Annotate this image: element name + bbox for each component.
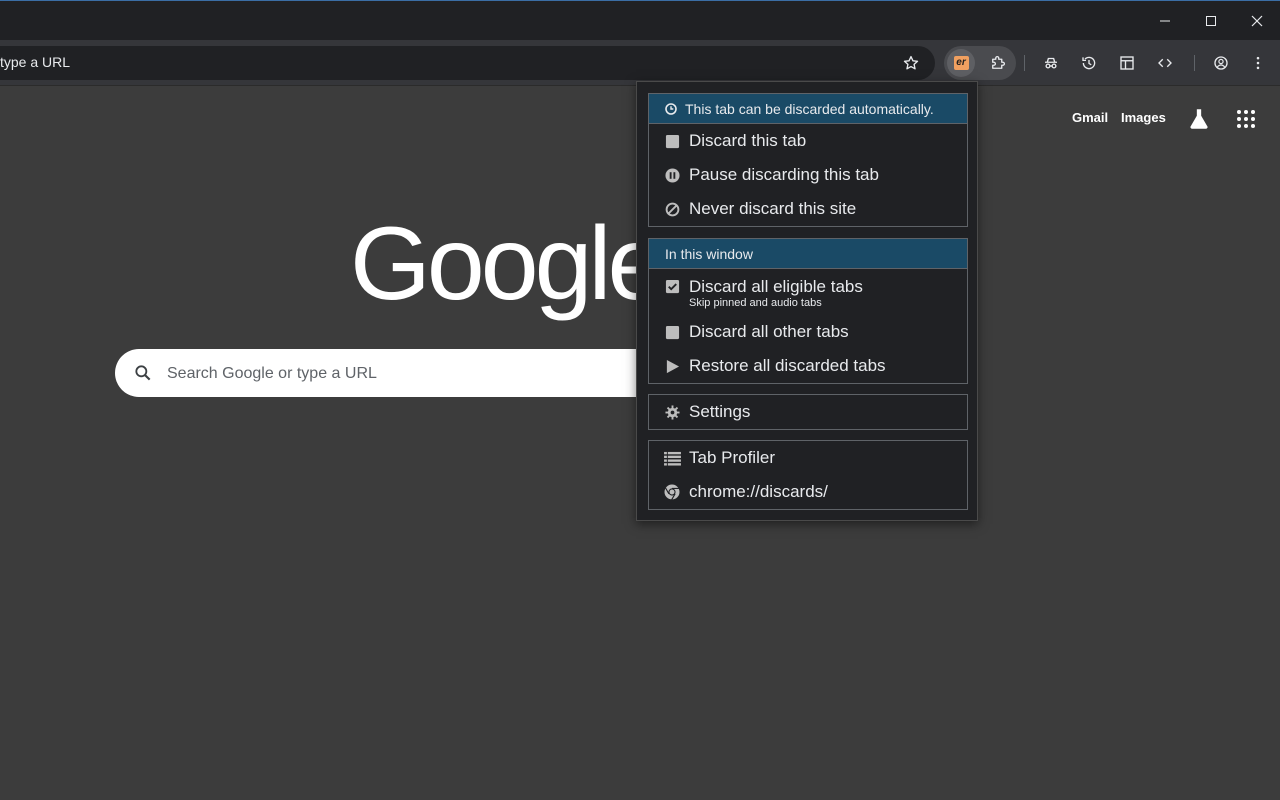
restore-discarded-tabs-item[interactable]: Restore all discarded tabs [649, 349, 967, 383]
tab-section: This tab can be discarded automatically.… [648, 93, 968, 227]
minimize-button[interactable] [1142, 1, 1188, 41]
search-placeholder: Search Google or type a URL [167, 365, 377, 382]
google-logo: Google [350, 206, 665, 322]
close-button[interactable] [1234, 1, 1280, 41]
tab-profiler-item[interactable]: Tab Profiler [649, 441, 967, 475]
extension-er-icon: er [953, 56, 969, 70]
gmail-link[interactable]: Gmail [1072, 110, 1108, 125]
minimize-icon [1160, 20, 1170, 22]
window-section: In this window Discard all eligible tabs… [648, 238, 968, 384]
discard-other-tabs-item[interactable]: Discard all other tabs [649, 315, 967, 349]
maximize-button[interactable] [1188, 1, 1234, 41]
settings-label: Settings [689, 402, 751, 421]
settings-item[interactable]: Settings [649, 395, 967, 429]
flask-icon [1190, 109, 1208, 129]
tab-search-button[interactable] [1114, 50, 1140, 76]
omnibox[interactable]: type a URL [0, 46, 935, 80]
pause-circle-icon [663, 166, 681, 184]
profile-button[interactable] [1208, 50, 1234, 76]
tab-status-text: This tab can be discarded automatically. [685, 100, 934, 117]
discard-eligible-tabs-item[interactable]: Discard all eligible tabs Skip pinned an… [649, 269, 967, 315]
settings-section: Settings [648, 394, 968, 430]
checkbox-checked-icon [663, 277, 681, 295]
auto-discard-popup: This tab can be discarded automatically.… [636, 81, 978, 521]
square-icon [663, 132, 681, 150]
discard-eligible-tabs-label: Discard all eligible tabs [689, 277, 863, 296]
incognito-icon [1045, 57, 1057, 69]
discard-this-tab-label: Discard this tab [689, 131, 807, 150]
never-discard-site-label: Never discard this site [689, 199, 857, 218]
chrome-discards-item[interactable]: chrome://discards/ [649, 475, 967, 509]
omnibox-text: type a URL [0, 54, 71, 70]
extensions-button[interactable] [985, 50, 1011, 76]
bookmark-star-button[interactable] [898, 50, 924, 76]
maximize-icon [1206, 16, 1216, 26]
chrome-discards-label: chrome://discards/ [689, 482, 828, 501]
tools-section: Tab Profiler chrome://discards/ [648, 440, 968, 510]
discard-eligible-tabs-sublabel: Skip pinned and audio tabs [689, 297, 822, 309]
history-button[interactable] [1076, 50, 1102, 76]
images-link[interactable]: Images [1121, 110, 1166, 125]
apps-grid-icon [1237, 110, 1255, 128]
pause-discarding-label: Pause discarding this tab [689, 165, 879, 184]
search-box[interactable]: Search Google or type a URL [115, 349, 675, 397]
toolbar-separator [1194, 55, 1195, 71]
profile-icon [1214, 56, 1228, 70]
devtools-button[interactable] [1152, 50, 1178, 76]
tab-search-icon [1120, 56, 1134, 70]
toolbar-separator [1024, 55, 1025, 71]
chrome-menu-button[interactable] [1245, 50, 1271, 76]
history-icon [1082, 56, 1096, 70]
menu-dots-icon [1256, 56, 1260, 70]
toolbar: type a URL er [0, 40, 1280, 86]
extensions-group: er [944, 46, 1016, 80]
chrome-icon [663, 483, 681, 501]
star-icon [903, 55, 919, 70]
square-icon [663, 323, 681, 341]
devtools-icon [1158, 58, 1172, 68]
extension-er-button[interactable]: er [947, 49, 975, 77]
window-section-header: In this window [649, 239, 967, 269]
ban-icon [663, 200, 681, 218]
tab-status-header: This tab can be discarded automatically. [649, 94, 967, 124]
discard-this-tab-item[interactable]: Discard this tab [649, 124, 967, 158]
search-icon [135, 365, 151, 381]
clock-icon [665, 102, 677, 115]
puzzle-icon [992, 56, 1005, 69]
list-icon [663, 449, 681, 467]
play-icon [663, 357, 681, 375]
title-bar [0, 0, 1280, 40]
incognito-button[interactable] [1038, 50, 1064, 76]
never-discard-site-item[interactable]: Never discard this site [649, 192, 967, 226]
gear-icon [663, 403, 681, 421]
apps-button[interactable] [1234, 107, 1258, 131]
discard-other-tabs-label: Discard all other tabs [689, 322, 849, 341]
labs-button[interactable] [1186, 106, 1212, 132]
pause-discarding-item[interactable]: Pause discarding this tab [649, 158, 967, 192]
restore-discarded-tabs-label: Restore all discarded tabs [689, 356, 886, 375]
tab-profiler-label: Tab Profiler [689, 448, 775, 467]
close-icon [1251, 15, 1263, 27]
